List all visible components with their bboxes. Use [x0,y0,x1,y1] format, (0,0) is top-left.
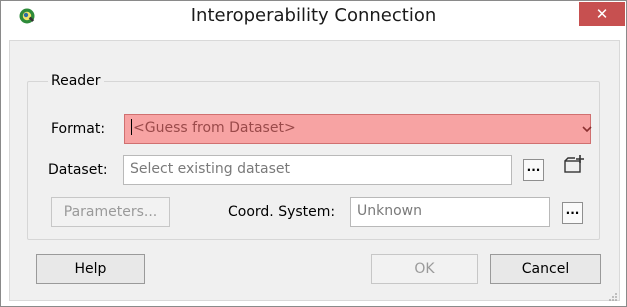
dataset-label: Dataset: [48,162,108,178]
coord-system-label: Coord. System: [228,204,336,220]
parameters-button[interactable]: Parameters... [51,197,170,227]
coord-system-input[interactable]: Unknown [350,197,550,227]
format-value: <Guess from Dataset> [133,120,296,136]
format-label: Format: [51,121,106,137]
dialog-title: Interoperability Connection [190,5,437,26]
dataset-browse-button[interactable]: ... [523,159,544,181]
chevron-down-icon[interactable] [581,123,593,135]
add-connection-icon[interactable] [563,153,585,175]
title-bar[interactable]: Interoperability Connection ✕ [1,1,626,29]
ok-button[interactable]: OK [371,254,478,284]
help-button[interactable]: Help [36,254,145,284]
reader-group-label: Reader [48,73,104,89]
format-select[interactable]: <Guess from Dataset> [124,114,591,144]
resize-grip-icon[interactable] [608,292,618,302]
cancel-button[interactable]: Cancel [490,254,601,284]
dataset-input[interactable]: Select existing dataset [123,155,512,185]
close-button[interactable]: ✕ [579,2,625,26]
coord-system-browse-button[interactable]: ... [562,202,583,224]
text-caret [131,119,132,135]
